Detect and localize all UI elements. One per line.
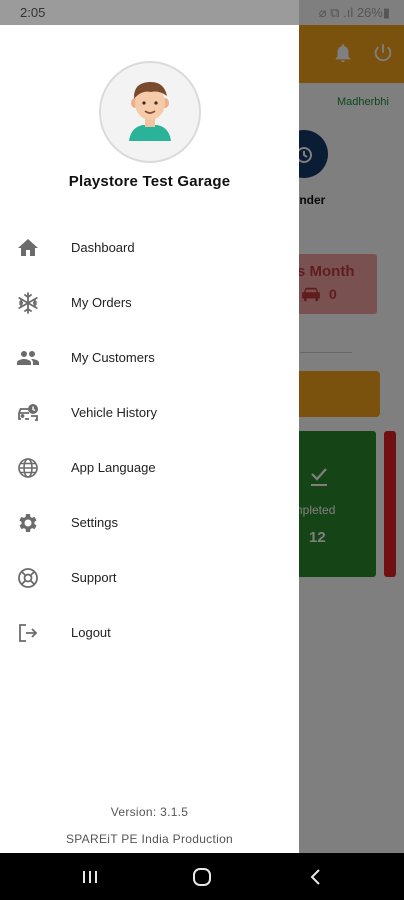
- menu-label: Dashboard: [71, 240, 135, 255]
- avatar[interactable]: [99, 61, 201, 163]
- recents-icon[interactable]: [78, 865, 102, 889]
- menu-item-my-orders[interactable]: My Orders: [0, 275, 299, 330]
- menu-label: My Customers: [71, 350, 155, 365]
- globe-icon: [18, 458, 38, 478]
- menu-label: Settings: [71, 515, 118, 530]
- status-bar: 2:05 ⌀ ⧉ .ıl 26%▮: [0, 0, 404, 25]
- menu-item-my-customers[interactable]: My Customers: [0, 330, 299, 385]
- logout-icon: [19, 624, 38, 642]
- menu-label: Support: [71, 570, 117, 585]
- home-icon: [18, 239, 38, 256]
- snowflake-icon: [18, 292, 38, 314]
- menu-item-logout[interactable]: Logout: [0, 605, 299, 660]
- menu-item-support[interactable]: Support: [0, 550, 299, 605]
- gear-icon: [19, 514, 37, 532]
- system-nav-bar: [0, 853, 404, 900]
- menu-item-vehicle-history[interactable]: Vehicle History: [0, 385, 299, 440]
- back-icon[interactable]: [304, 865, 328, 889]
- people-icon: [17, 351, 39, 365]
- menu-label: Vehicle History: [71, 405, 157, 420]
- menu-label: App Language: [71, 460, 156, 475]
- menu-label: My Orders: [71, 295, 132, 310]
- version-text: Version: 3.1.5: [110, 805, 189, 819]
- lifebuoy-icon: [18, 568, 38, 588]
- menu-item-dashboard[interactable]: Dashboard: [0, 220, 299, 275]
- status-indicators: ⌀ ⧉ .ıl 26%▮: [318, 5, 390, 20]
- menu-item-settings[interactable]: Settings: [0, 495, 299, 550]
- vehicle-history-icon: [18, 404, 38, 421]
- home-circle-icon[interactable]: [190, 865, 214, 889]
- company-text: SPAREiT PE India Production: [65, 832, 234, 846]
- menu-item-app-language[interactable]: App Language: [0, 440, 299, 495]
- garage-name: Playstore Test Garage: [68, 173, 231, 190]
- boy-avatar-icon: [129, 81, 171, 141]
- menu-label: Logout: [71, 625, 111, 640]
- navigation-drawer: Playstore Test Garage Dashboard My Order…: [0, 0, 299, 853]
- status-time: 2:05: [20, 5, 46, 20]
